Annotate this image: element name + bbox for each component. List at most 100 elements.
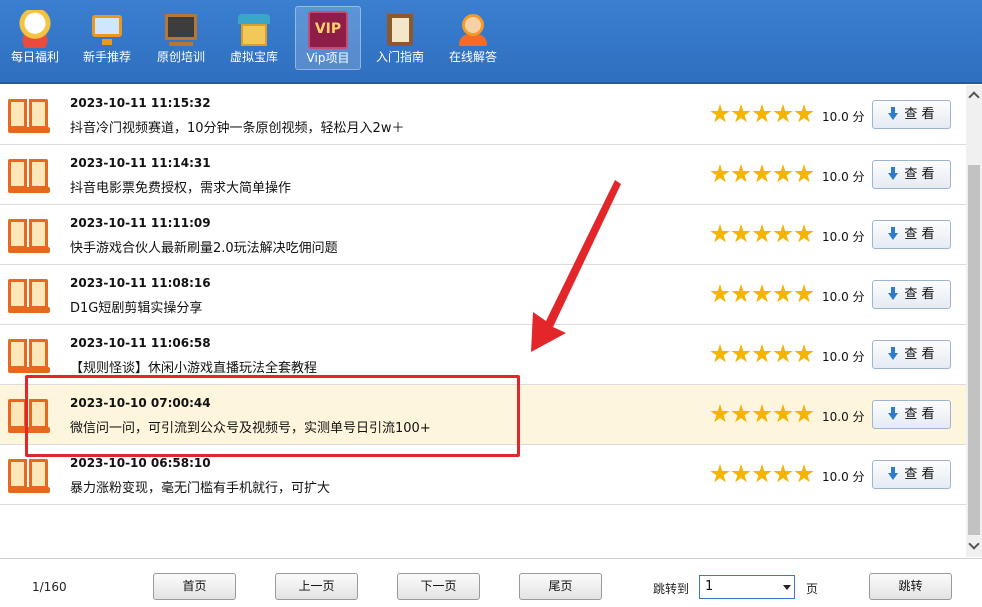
prev-page-button[interactable]: 上一页 — [275, 573, 358, 600]
page-indicator: 1/160 — [32, 580, 67, 594]
star-icon — [794, 164, 814, 183]
star-icon — [752, 164, 772, 183]
view-button-label: 查 看 — [904, 107, 935, 122]
page-select[interactable]: 1 — [699, 575, 795, 599]
star-icon — [710, 404, 730, 423]
item-title[interactable]: 暴力涨粉变现，毫无门槛有手机就行，可扩大 — [70, 477, 330, 496]
lucky-cat-icon — [15, 10, 55, 48]
view-button-label: 查 看 — [904, 467, 935, 482]
star-icon — [731, 464, 751, 483]
page-unit-label: 页 — [806, 582, 819, 596]
item-title[interactable]: 【规则怪谈】休闲小游戏直播玩法全套教程 — [70, 357, 317, 376]
star-icon — [773, 104, 793, 123]
star-icon — [710, 224, 730, 243]
item-date: 2023-10-11 11:11:09 — [70, 216, 211, 230]
download-arrow-icon — [888, 107, 899, 120]
view-button[interactable]: 查 看 — [872, 340, 951, 369]
pagination-bar: 1/160 首页 上一页 下一页 尾页 跳转到 1 页 跳转 — [0, 558, 982, 607]
item-score: 10.0 分 — [822, 470, 865, 484]
toolbar-item-daily-welfare[interactable]: 每日福利 — [2, 6, 68, 70]
toolbar-item-vip[interactable]: VIP Vip项目 — [295, 6, 361, 70]
star-icon — [794, 104, 814, 123]
toolbar-item-label: 在线解答 — [448, 50, 497, 64]
list-item: 2023-10-11 11:14:31 抖音电影票免费授权，需求大简单操作 10… — [0, 145, 966, 205]
view-button-label: 查 看 — [904, 407, 935, 422]
open-book-icon — [8, 339, 50, 375]
item-date: 2023-10-11 11:06:58 — [70, 336, 211, 350]
star-icon — [731, 404, 751, 423]
scroll-up-icon[interactable] — [966, 87, 982, 103]
list-item: 2023-10-11 11:08:16 D1G短剧剪辑实操分享 10.0 分 查… — [0, 265, 966, 325]
rating-stars — [710, 224, 815, 246]
last-page-button[interactable]: 尾页 — [519, 573, 602, 600]
item-date: 2023-10-10 06:58:10 — [70, 456, 211, 470]
item-title[interactable]: 抖音冷门视频赛道，10分钟一条原创视频，轻松月入2w＋ — [70, 117, 404, 136]
rating-stars — [710, 464, 815, 486]
open-book-icon — [8, 99, 50, 135]
open-book-icon — [8, 279, 50, 315]
toolbar-item-virtual-store[interactable]: 虚拟宝库 — [221, 6, 287, 70]
scrollbar-thumb[interactable] — [968, 165, 980, 535]
vertical-scrollbar[interactable] — [966, 85, 982, 557]
view-button[interactable]: 查 看 — [872, 220, 951, 249]
jump-button[interactable]: 跳转 — [869, 573, 952, 600]
star-icon — [794, 284, 814, 303]
star-icon — [794, 464, 814, 483]
toolbar-item-training[interactable]: 原创培训 — [148, 6, 214, 70]
page-select-value: 1 — [705, 579, 714, 594]
star-icon — [731, 284, 751, 303]
vip-badge: VIP — [308, 11, 348, 49]
download-arrow-icon — [888, 467, 899, 480]
view-button[interactable]: 查 看 — [872, 100, 951, 129]
download-arrow-icon — [888, 287, 899, 300]
warehouse-icon — [234, 10, 274, 48]
star-icon — [794, 404, 814, 423]
star-icon — [773, 344, 793, 363]
next-page-button[interactable]: 下一页 — [397, 573, 480, 600]
rating-stars — [710, 344, 815, 366]
top-toolbar: 每日福利 新手推荐 原创培训 虚拟宝库 VIP Vip项目 入门指南 在线解答 — [0, 0, 982, 84]
chevron-down-icon — [783, 585, 791, 590]
toolbar-item-beginner[interactable]: 新手推荐 — [74, 6, 140, 70]
star-icon — [710, 164, 730, 183]
item-score: 10.0 分 — [822, 350, 865, 364]
view-button-label: 查 看 — [904, 287, 935, 302]
star-icon — [794, 224, 814, 243]
item-title[interactable]: 快手游戏合伙人最新刷量2.0玩法解决吃佣问题 — [70, 237, 338, 256]
annotation-highlight-box — [25, 375, 520, 457]
rating-stars — [710, 404, 815, 426]
star-icon — [710, 284, 730, 303]
view-button-label: 查 看 — [904, 227, 935, 242]
item-score: 10.0 分 — [822, 230, 865, 244]
list-item: 2023-10-11 11:15:32 抖音冷门视频赛道，10分钟一条原创视频，… — [0, 85, 966, 145]
monitor-icon — [87, 10, 127, 48]
view-button-label: 查 看 — [904, 347, 935, 362]
view-button[interactable]: 查 看 — [872, 460, 951, 489]
star-icon — [752, 224, 772, 243]
view-button[interactable]: 查 看 — [872, 160, 951, 189]
first-page-button[interactable]: 首页 — [153, 573, 236, 600]
vip-icon: VIP — [308, 11, 348, 49]
rating-stars — [710, 104, 815, 126]
star-icon — [752, 344, 772, 363]
open-book-icon — [8, 159, 50, 195]
star-icon — [731, 344, 751, 363]
item-title[interactable]: D1G短剧剪辑实操分享 — [70, 297, 202, 316]
scroll-down-icon[interactable] — [966, 538, 982, 554]
star-icon — [794, 344, 814, 363]
download-arrow-icon — [888, 167, 899, 180]
star-icon — [752, 404, 772, 423]
open-book-icon — [8, 459, 50, 495]
toolbar-item-label: Vip项目 — [306, 51, 350, 65]
item-title[interactable]: 抖音电影票免费授权，需求大简单操作 — [70, 177, 291, 196]
view-button[interactable]: 查 看 — [872, 400, 951, 429]
star-icon — [710, 464, 730, 483]
toolbar-item-label: 虚拟宝库 — [229, 50, 278, 64]
star-icon — [731, 104, 751, 123]
toolbar-item-label: 每日福利 — [10, 50, 59, 64]
toolbar-item-online-help[interactable]: 在线解答 — [440, 6, 506, 70]
toolbar-item-label: 原创培训 — [156, 50, 205, 64]
toolbar-item-guide[interactable]: 入门指南 — [367, 6, 433, 70]
star-icon — [731, 164, 751, 183]
view-button[interactable]: 查 看 — [872, 280, 951, 309]
